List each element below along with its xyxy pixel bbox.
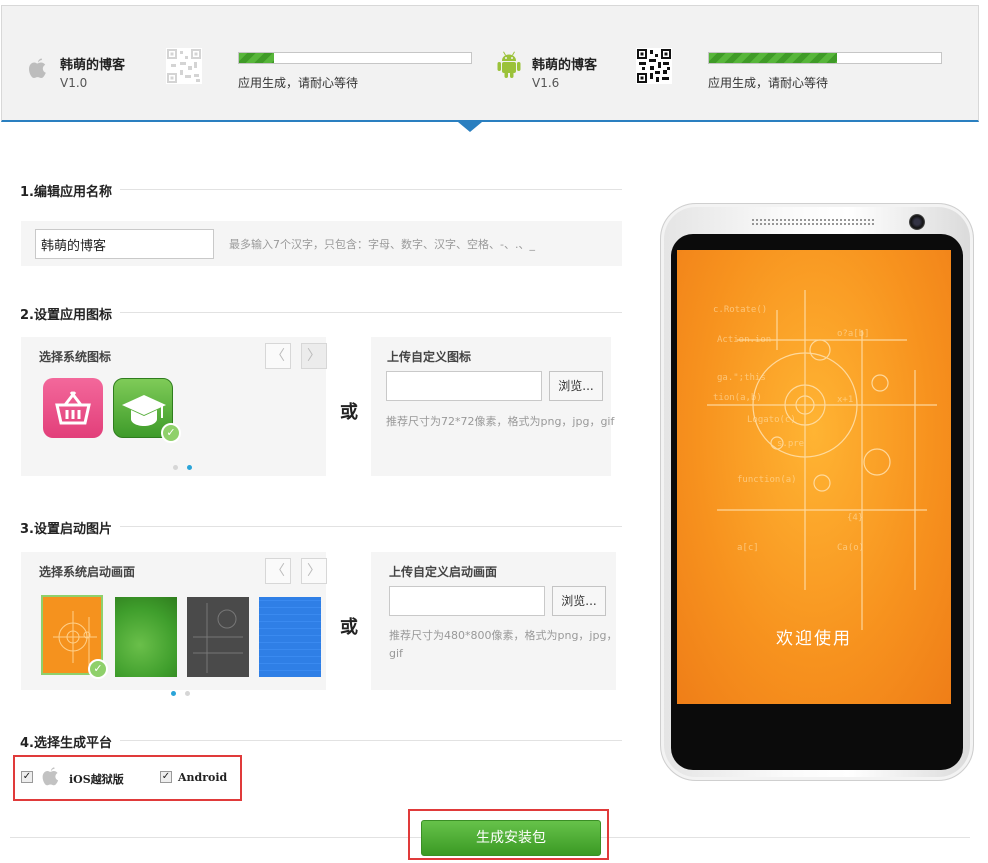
ios-build-status: 韩萌的博客 V1.0 应用生成，请耐心等待	[24, 46, 484, 96]
splash-preview-screen: c.Rotate() Action.ion o?a[b] ga.";this x…	[677, 250, 951, 704]
ios-progress-text: 应用生成，请耐心等待	[238, 76, 359, 90]
selected-check-icon: ✓	[88, 659, 108, 679]
pager-dot-2[interactable]	[187, 465, 192, 470]
svg-text:x+1: x+1	[837, 395, 853, 405]
splash-thumb-dark[interactable]	[187, 597, 249, 677]
android-progress-text: 应用生成，请耐心等待	[708, 76, 829, 90]
splash-next-button[interactable]: 〉	[301, 558, 327, 584]
android-progress-fill	[709, 53, 837, 63]
custom-splash-file-input[interactable]	[389, 586, 545, 616]
section-title-app-icon: 2.设置应用图标	[20, 304, 120, 323]
android-app-name: 韩萌的博客	[532, 58, 598, 73]
ios-platform-label: iOS越狱版	[69, 773, 124, 786]
icon-browse-button[interactable]: 浏览...	[549, 371, 603, 401]
svg-text:Ca(o): Ca(o)	[837, 543, 864, 553]
pager-dot-2[interactable]	[185, 691, 190, 696]
svg-text:{4}: {4}	[847, 513, 863, 523]
svg-text:o?a[b]: o?a[b]	[837, 329, 870, 339]
section-title-splash: 3.设置启动图片	[20, 518, 120, 537]
system-splash-title: 选择系统启动画面	[39, 565, 136, 579]
icon-next-button[interactable]: 〉	[301, 343, 327, 369]
custom-splash-hint: 推荐尺寸为480*800像素，格式为png，jpg，gif	[389, 629, 618, 660]
ios-app-version: V1.0	[60, 76, 88, 90]
svg-text:a[c]: a[c]	[737, 543, 759, 553]
splash-thumb-blue[interactable]	[259, 597, 321, 677]
system-splash-panel: 选择系统启动画面 〈 〉 ✓	[21, 552, 327, 696]
android-progress-bar	[708, 52, 942, 64]
speaker-grille	[751, 218, 875, 226]
icon-prev-button[interactable]: 〈	[265, 343, 291, 369]
ios-progress-bar	[238, 52, 472, 64]
app-name-hint: 最多输入7个汉字，只包含：字母、数字、汉字、空格、-、.、_	[229, 238, 535, 251]
svg-text:Logato(c): Logato(c)	[747, 415, 796, 425]
active-indicator-arrow	[458, 122, 482, 132]
custom-icon-hint: 推荐尺寸为72*72像素，格式为png，jpg，gif	[386, 415, 615, 428]
or-separator: 或	[340, 617, 358, 638]
custom-splash-panel: 上传自定义启动画面 浏览... 推荐尺寸为480*800像素，格式为png，jp…	[371, 552, 618, 690]
svg-text:function(a): function(a)	[737, 475, 797, 485]
splash-browse-button[interactable]: 浏览...	[552, 586, 606, 616]
generate-package-button[interactable]: 生成安装包	[421, 820, 601, 856]
svg-text:c.Rotate(): c.Rotate()	[713, 305, 767, 315]
svg-text:s.pre: s.pre	[777, 439, 804, 449]
apple-icon	[38, 763, 62, 794]
ios-checkbox[interactable]: ✓	[21, 771, 33, 783]
custom-icon-title: 上传自定义图标	[387, 350, 472, 364]
svg-text:ga.";this: ga.";this	[717, 373, 766, 383]
section-title-platform: 4.选择生成平台	[20, 732, 120, 751]
splash-prev-button[interactable]: 〈	[265, 558, 291, 584]
splash-pager-dots	[171, 685, 199, 696]
icon-pager-dots	[173, 459, 201, 470]
custom-splash-title: 上传自定义启动画面	[389, 565, 498, 579]
build-status-bar: 韩萌的博客 V1.0 应用生成，请耐心等待 韩萌的博客 V1.6 应用生成，请耐…	[1, 5, 979, 132]
pager-dot-1[interactable]	[171, 691, 176, 696]
android-build-status: 韩萌的博客 V1.6 应用生成，请耐心等待	[496, 46, 956, 96]
android-qr-code	[636, 48, 672, 84]
svg-text:tion(a,b): tion(a,b)	[713, 393, 762, 403]
pager-dot-1[interactable]	[173, 465, 178, 470]
android-app-version: V1.6	[532, 76, 560, 90]
svg-text:Action.ion: Action.ion	[717, 335, 771, 345]
or-separator: 或	[340, 402, 358, 423]
welcome-text: 欢迎使用	[776, 629, 852, 649]
splash-thumb-green[interactable]	[115, 597, 177, 677]
ios-progress-fill	[239, 53, 274, 63]
android-platform-label: Android	[178, 771, 228, 784]
app-name-input[interactable]: 韩萌的博客	[35, 229, 214, 259]
ios-app-name: 韩萌的博客	[60, 58, 126, 73]
apple-icon	[24, 54, 50, 87]
selected-check-icon: ✓	[161, 423, 181, 443]
custom-icon-file-input[interactable]	[386, 371, 542, 401]
android-checkbox[interactable]: ✓	[160, 771, 172, 783]
phone-preview: c.Rotate() Action.ion o?a[b] ga.";this x…	[660, 203, 974, 781]
app-name-panel: 韩萌的博客 最多输入7个汉字，只包含：字母、数字、汉字、空格、-、.、_	[21, 221, 622, 266]
android-icon	[496, 50, 522, 83]
system-icon-title: 选择系统图标	[39, 350, 112, 364]
custom-icon-panel: 上传自定义图标 浏览... 推荐尺寸为72*72像素，格式为png，jpg，gi…	[371, 337, 614, 476]
basket-icon[interactable]	[43, 378, 103, 438]
ios-qr-code	[166, 48, 202, 84]
section-title-app-name: 1.编辑应用名称	[20, 181, 120, 200]
front-camera	[909, 214, 925, 230]
system-icon-panel: 选择系统图标 〈 〉 ✓	[21, 337, 327, 476]
